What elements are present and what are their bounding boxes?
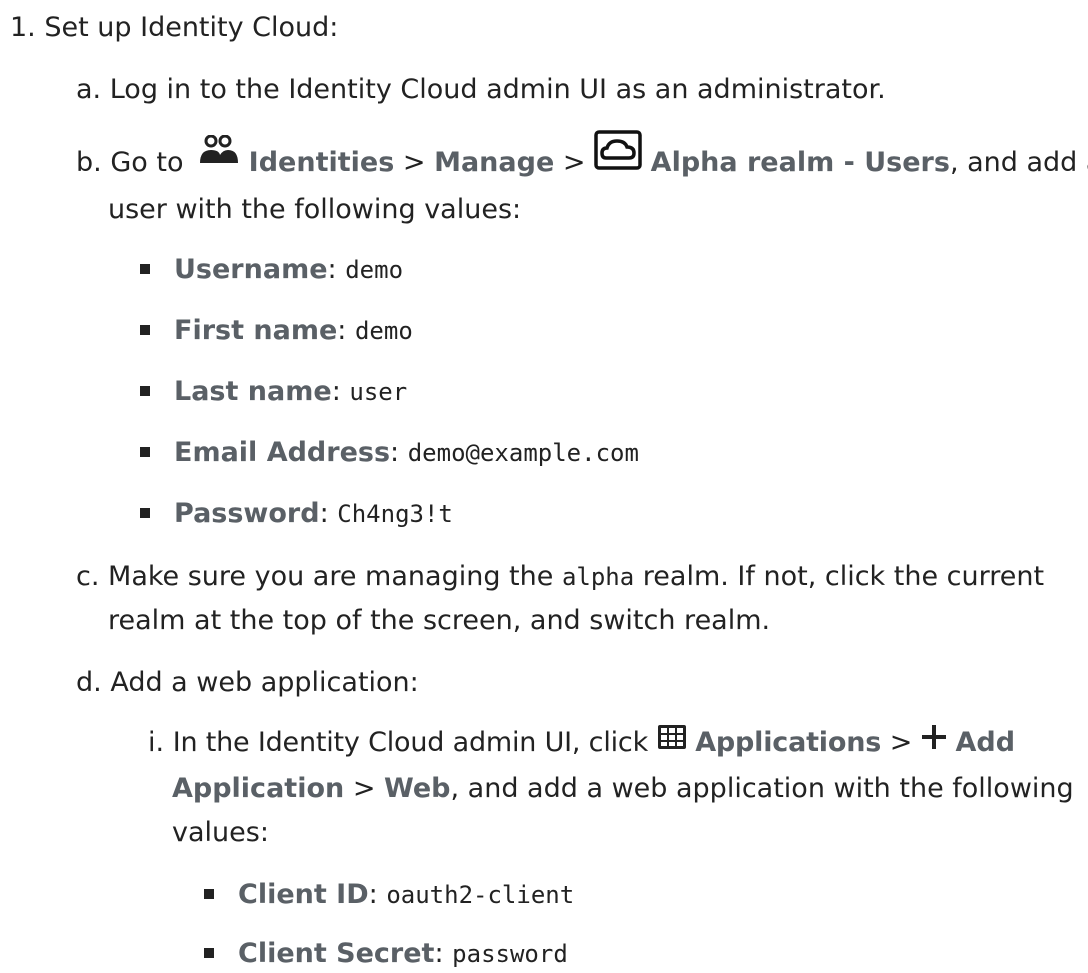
field-value: demo: [345, 256, 404, 284]
step-a-marker: a.: [76, 74, 102, 105]
step-c-text-2: realm at the top of the screen, and swit…: [108, 605, 771, 636]
plus-icon: [921, 722, 947, 761]
list-item: Password: Ch4ng3!t: [140, 494, 453, 533]
field-value: user: [349, 378, 408, 406]
applications-label: Applications: [695, 727, 882, 758]
step-d-i-text-3: values:: [172, 817, 269, 848]
bullet-square-icon: [140, 446, 150, 457]
breadcrumb-separator: >: [562, 147, 586, 179]
step-b-line-2: user with the following values:: [108, 190, 521, 229]
field-label: Email Address: [174, 437, 391, 468]
list-item: Username: demo: [140, 250, 403, 289]
field-value: demo: [354, 317, 413, 345]
add-label: Add: [955, 727, 1016, 758]
field-value: demo@example.com: [407, 439, 639, 467]
step-d-i-line-2: Application > Web, and add a web applica…: [172, 769, 1074, 808]
apps-grid-icon: [657, 722, 687, 761]
identities-label: Identities: [248, 147, 395, 179]
list-item: First name: demo: [140, 311, 413, 350]
step-1-marker: 1.: [10, 12, 36, 43]
field-label: Client ID: [238, 879, 369, 910]
field-value: password: [452, 940, 568, 968]
field-colon: :: [327, 254, 337, 285]
breadcrumb-separator: >: [352, 773, 376, 804]
step-a: a. Log in to the Identity Cloud admin UI…: [76, 70, 886, 109]
step-d-i-line-3: values:: [172, 813, 269, 852]
step-b-marker: b.: [76, 147, 102, 179]
step-b-go-to: Go to: [110, 147, 184, 179]
field-label: Client Secret: [238, 938, 435, 969]
step-d-marker: d.: [76, 667, 102, 698]
bullet-square-icon: [204, 947, 214, 958]
field-label: Last name: [174, 376, 332, 407]
bullet-square-icon: [204, 888, 214, 899]
list-item: Last name: user: [140, 372, 407, 411]
step-1: 1. Set up Identity Cloud:: [10, 8, 338, 47]
field-label: Password: [174, 498, 320, 529]
field-colon: :: [390, 437, 400, 468]
step-1-text: Set up Identity Cloud:: [44, 12, 339, 43]
list-item: Client ID: oauth2-client: [204, 875, 574, 914]
step-b-text-2: user with the following values:: [108, 194, 522, 225]
step-d-i-text: In the Identity Cloud admin UI, click: [172, 727, 649, 758]
step-d-i-text-2: , and add a web application with the fol…: [450, 773, 1074, 804]
field-value: Ch4ng3!t: [337, 500, 453, 528]
step-d-i-marker: i.: [148, 727, 165, 758]
bullet-square-icon: [140, 385, 150, 396]
cloud-icon: [594, 130, 642, 181]
field-colon: :: [434, 938, 444, 969]
field-colon: :: [368, 879, 378, 910]
step-c-line-2: realm at the top of the screen, and swit…: [108, 601, 770, 640]
field-label: First name: [174, 315, 338, 346]
step-b-rest: , and add a: [949, 147, 1088, 179]
bullet-square-icon: [140, 507, 150, 518]
step-d-text: Add a web application:: [110, 667, 419, 698]
manage-label: Manage: [434, 147, 555, 179]
instructions-document: 1. Set up Identity Cloud: a. Log in to t…: [0, 0, 1088, 969]
bullet-square-icon: [140, 324, 150, 335]
step-d-i: i. In the Identity Cloud admin UI, click…: [148, 723, 1015, 763]
realm-code: alpha: [561, 563, 635, 591]
web-label: Web: [384, 773, 451, 804]
field-colon: :: [331, 376, 341, 407]
step-c-text: realm. If not, click the current: [642, 561, 1045, 592]
step-d: d. Add a web application:: [76, 663, 419, 702]
people-icon: [198, 134, 240, 176]
field-colon: :: [319, 498, 329, 529]
breadcrumb-separator: >: [402, 147, 426, 179]
field-colon: :: [337, 315, 347, 346]
list-item: Client Secret: password: [204, 934, 568, 973]
field-label: Username: [174, 254, 328, 285]
list-item: Email Address: demo@example.com: [140, 433, 639, 472]
alpha-realm-users-label: Alpha realm - Users: [650, 147, 950, 179]
step-c-marker: c.: [76, 561, 100, 592]
step-b: b. Go to Identities > Manage > Alpha rea…: [76, 130, 1088, 189]
step-c: c. Make sure you are managing the alpha …: [76, 557, 1044, 596]
step-c-text: Make sure you are managing the: [108, 561, 554, 592]
application-label: Application: [172, 773, 345, 804]
field-value: oauth2-client: [386, 881, 575, 909]
step-a-text: Log in to the Identity Cloud admin UI as…: [109, 74, 886, 105]
bullet-square-icon: [140, 263, 150, 274]
breadcrumb-separator: >: [889, 727, 913, 758]
